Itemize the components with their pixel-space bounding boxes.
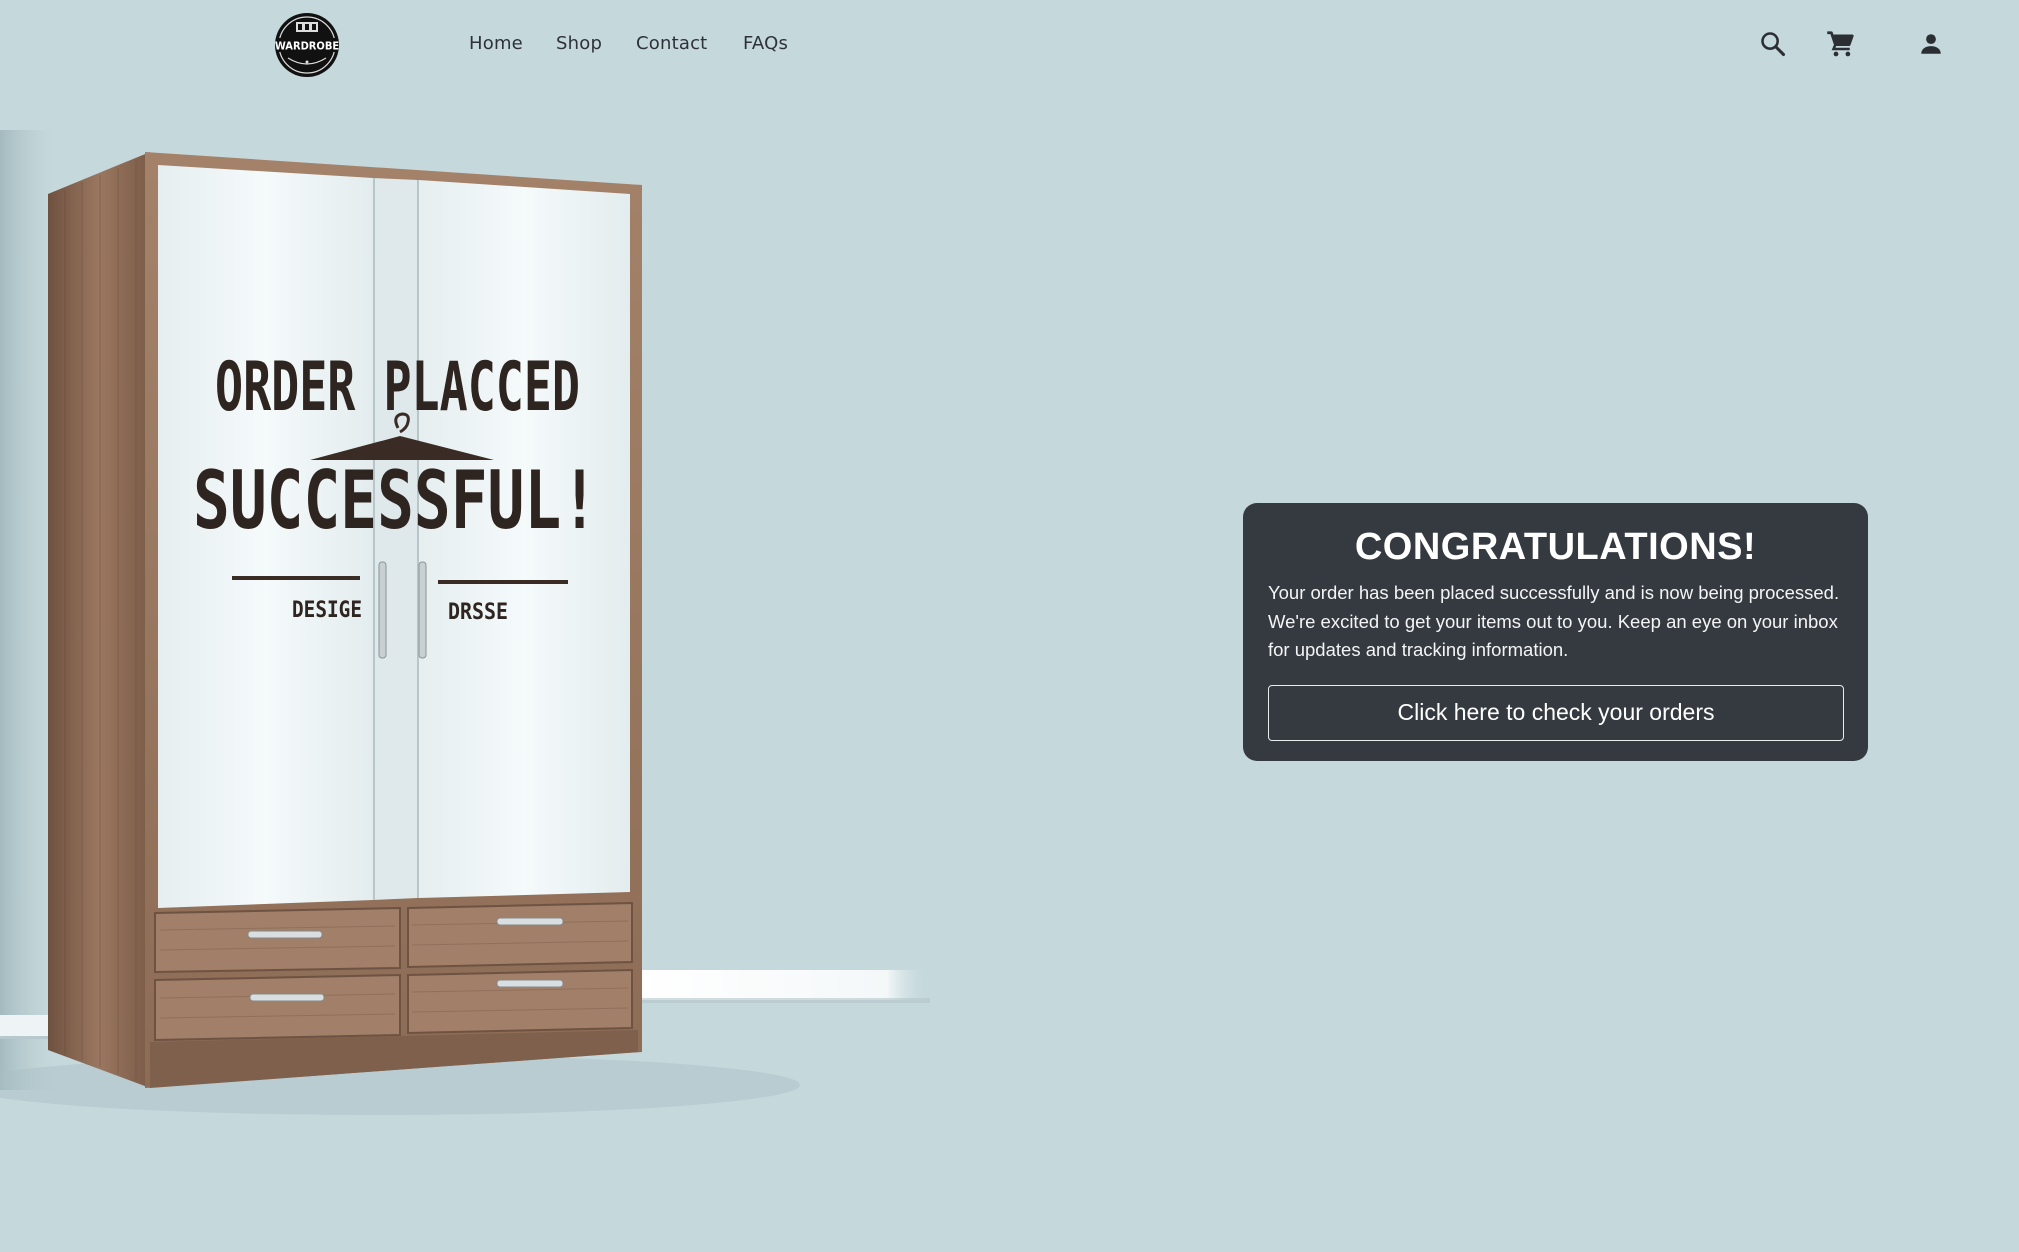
account-icon [1921,34,1941,54]
check-orders-button[interactable]: Click here to check your orders [1268,684,1844,741]
account-button[interactable] [1913,26,1949,62]
wardrobe-illustration: ORDER PLACCED SUCCESSFUL! DESIGE DRSSE [0,130,930,1130]
nav-home-link[interactable]: Home [469,33,523,54]
search-icon [1761,32,1786,57]
nav-shop-link[interactable]: Shop [556,33,602,54]
order-confirmation-card: CONGRATULATIONS! Your order has been pla… [1243,503,1868,761]
order-success-page: WARDROBE Home Shop Contact FAQs ORDER PL… [0,0,2019,1252]
search-button[interactable] [1755,26,1791,62]
cart-icon [1827,31,1854,57]
nav-contact-link[interactable]: Contact [636,33,707,54]
nav-faqs-link[interactable]: FAQs [743,33,788,54]
confirmation-message: Your order has been placed successfully … [1268,582,1840,660]
wardrobe-logo-icon: WARDROBE [275,13,339,77]
cart-button[interactable] [1823,26,1859,62]
wardrobe-logo[interactable]: WARDROBE [274,12,340,78]
hero-headline-line2: SUCCESSFUL! [193,454,598,547]
logo-text: WARDROBE [275,40,339,53]
confirmation-title: CONGRATULATIONS! [1354,526,1757,568]
hero-caption-left: DESIGE [292,598,362,623]
hero-caption-right: DRSSE [448,600,508,625]
